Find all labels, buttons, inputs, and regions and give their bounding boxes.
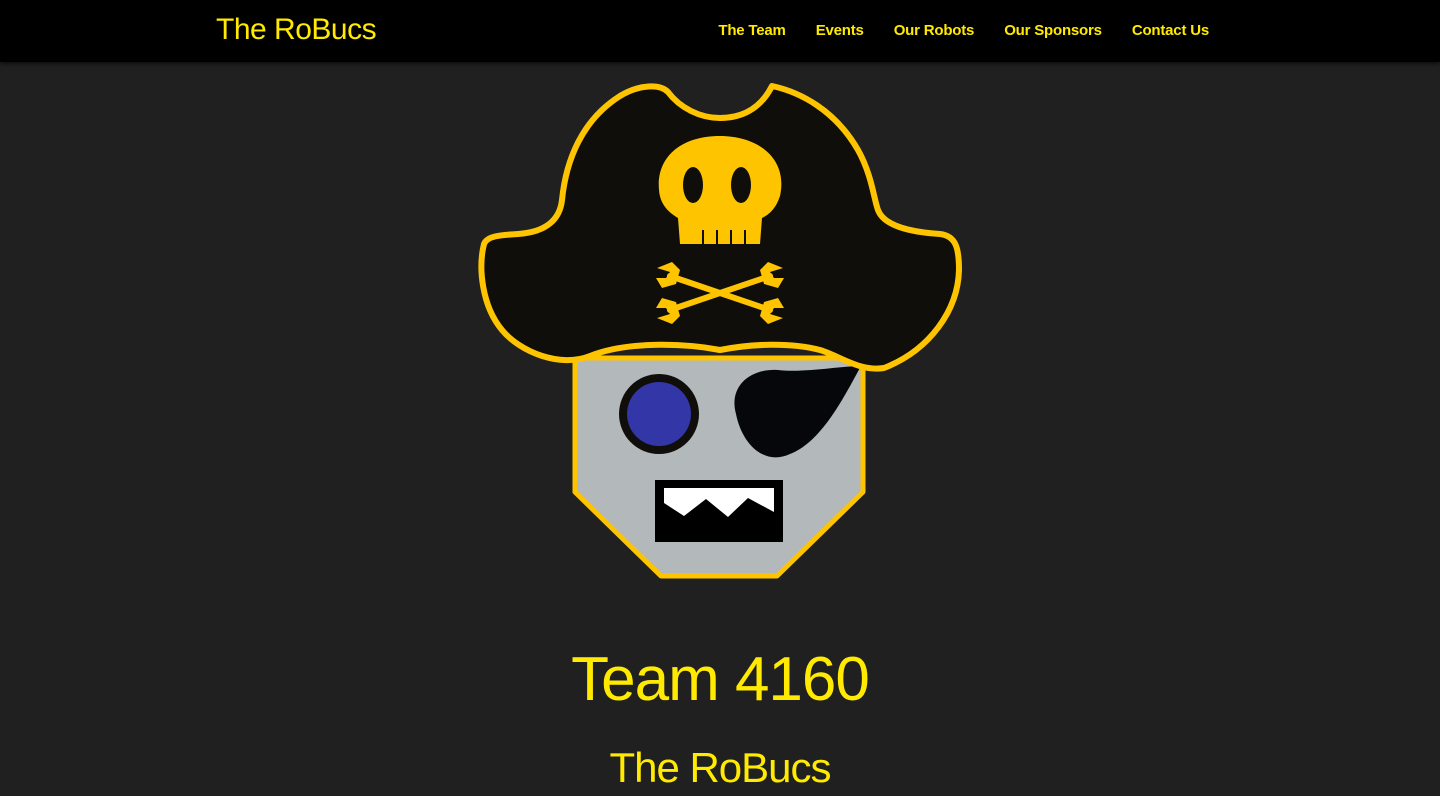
brand-link[interactable]: The RoBucs (216, 12, 377, 48)
nav-item-contact-us: Contact Us (1132, 20, 1209, 42)
nav-item-the-team: The Team (718, 20, 786, 42)
nav-links: The Team Events Our Robots Our Sponsors … (718, 20, 1209, 42)
nav-link-our-sponsors[interactable]: Our Sponsors (1004, 22, 1102, 39)
nav-item-our-sponsors: Our Sponsors (1004, 20, 1102, 42)
nav-item-our-robots: Our Robots (894, 20, 975, 42)
nav-link-contact-us[interactable]: Contact Us (1132, 22, 1209, 39)
nav-item-events: Events (816, 20, 864, 42)
nav-link-the-team[interactable]: The Team (718, 22, 786, 39)
hero-title: Team 4160 (571, 645, 870, 714)
navbar: The RoBucs The Team Events Our Robots Ou… (0, 0, 1440, 62)
hero-subtitle: The RoBucs (609, 744, 831, 791)
nav-link-events[interactable]: Events (816, 22, 864, 39)
pirate-robot-logo-icon (478, 83, 962, 579)
hero-section: Team 4160 The RoBucs (0, 62, 1440, 791)
nav-link-our-robots[interactable]: Our Robots (894, 22, 975, 39)
